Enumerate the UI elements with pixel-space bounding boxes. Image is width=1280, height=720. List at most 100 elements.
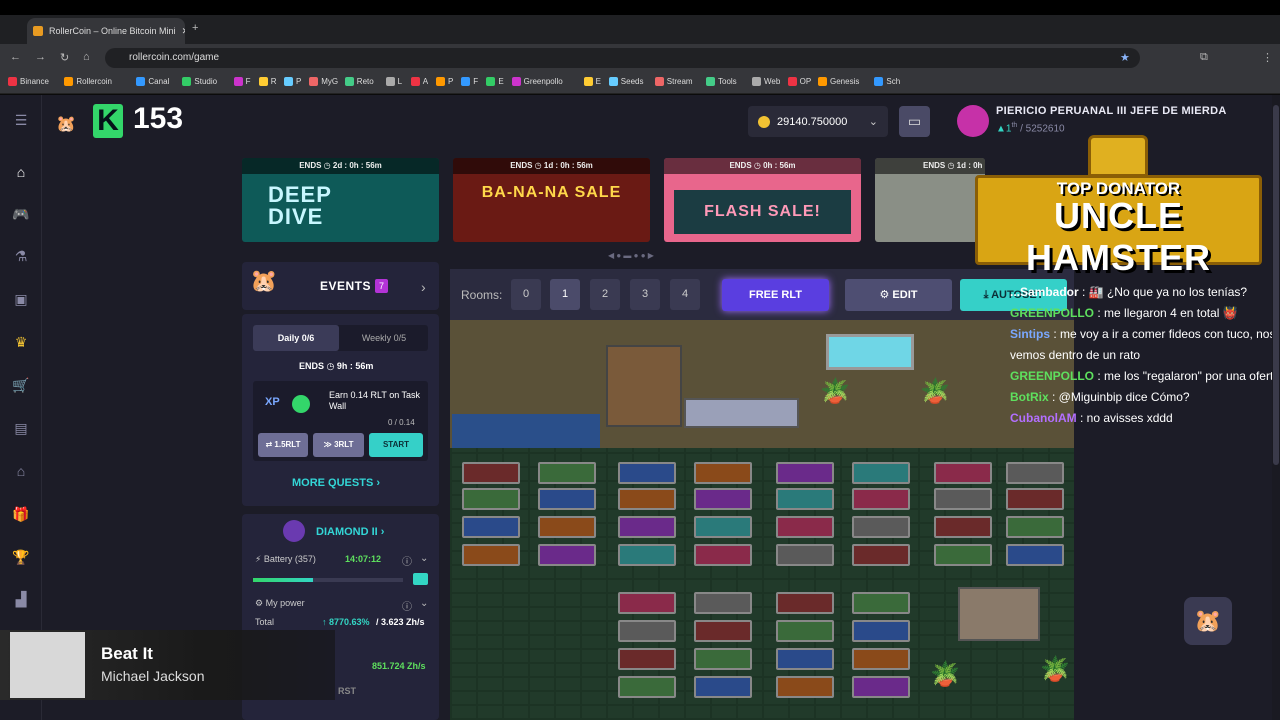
battery-boost-icon[interactable] — [413, 573, 428, 585]
miner-rack[interactable] — [618, 462, 676, 484]
miner-rack[interactable] — [462, 462, 520, 484]
miner-rack[interactable] — [462, 544, 520, 566]
miner-rack[interactable] — [538, 488, 596, 510]
avatar[interactable] — [957, 105, 989, 137]
miner-rack[interactable] — [776, 462, 834, 484]
free-rlt-button[interactable]: FREE RLT — [722, 279, 829, 311]
miner-rack[interactable] — [1006, 462, 1064, 484]
miner-rack[interactable] — [694, 592, 752, 614]
chevron-down-icon[interactable]: ⌄ — [420, 598, 428, 609]
miner-rack[interactable] — [852, 676, 910, 698]
tab-daily[interactable]: Daily 0/6 — [253, 325, 339, 351]
miner-rack[interactable] — [462, 488, 520, 510]
bookmark-item[interactable]: P — [436, 77, 453, 86]
miner-rack[interactable] — [776, 592, 834, 614]
buy-1-5rlt-button[interactable]: ⇄ 1.5RLT — [258, 433, 308, 457]
bookmark-item[interactable]: Reto — [344, 77, 374, 86]
sidebar-marketplace-icon[interactable]: ▤ — [12, 419, 30, 437]
sidebar-gift-icon[interactable]: 🎁 — [12, 505, 30, 523]
edit-button[interactable]: ⚙ EDIT — [845, 279, 952, 311]
sidebar-crown-icon[interactable]: ♛ — [12, 333, 30, 351]
bookmark-item[interactable]: Canal — [136, 77, 169, 86]
miner-rack[interactable] — [1006, 544, 1064, 566]
bookmark-item[interactable]: Studio — [182, 77, 217, 86]
events-chevron-right-icon[interactable]: › — [421, 279, 426, 295]
miner-rack[interactable] — [462, 516, 520, 538]
miner-rack[interactable] — [852, 462, 910, 484]
bookmark-item[interactable]: MyG — [309, 77, 338, 86]
league-link[interactable]: DIAMOND II › — [316, 526, 384, 538]
back-icon[interactable]: ← — [10, 51, 21, 63]
bookmark-item[interactable]: Rollercoin — [64, 77, 112, 86]
miner-rack[interactable] — [776, 620, 834, 642]
start-button[interactable]: START — [369, 433, 423, 457]
miner-rack[interactable] — [852, 488, 910, 510]
scrollbar-thumb[interactable] — [1273, 105, 1279, 465]
banner-flash-sale[interactable]: ENDS ◷ 0h : 56m FLASH SALE! — [664, 158, 861, 242]
miner-rack[interactable] — [538, 516, 596, 538]
buy-3rlt-button[interactable]: ≫ 3RLT — [313, 433, 364, 457]
sidebar-menu-icon[interactable]: ☰ — [12, 111, 30, 129]
page-scrollbar[interactable] — [1272, 95, 1280, 720]
home-icon[interactable]: ⌂ — [83, 51, 90, 63]
banner-carousel-dots[interactable]: ◀ ● ▬ ● ● ▶ — [608, 251, 654, 260]
bookmark-star-icon[interactable]: ★ — [1120, 51, 1130, 64]
miner-rack[interactable] — [934, 544, 992, 566]
balance-dropdown[interactable]: 29140.750000 ⌄ — [748, 106, 888, 137]
room-button-0[interactable]: 0 — [511, 279, 541, 310]
sidebar-quests-icon[interactable]: ⚗ — [12, 247, 30, 265]
miner-rack[interactable] — [694, 516, 752, 538]
bookmark-item[interactable]: Greenpollo — [511, 77, 563, 86]
extensions-icon[interactable]: ⧉ — [1200, 51, 1208, 64]
bookmark-item[interactable]: E — [583, 77, 601, 86]
miner-rack[interactable] — [776, 488, 834, 510]
miner-rack[interactable] — [694, 620, 752, 642]
bookmark-item[interactable]: Genesis — [818, 77, 859, 86]
miner-rack[interactable] — [618, 676, 676, 698]
bookmark-item[interactable]: Sch — [874, 77, 900, 86]
wallet-button[interactable]: ▭ — [899, 106, 930, 137]
miner-rack[interactable] — [618, 544, 676, 566]
bookmark-item[interactable]: Binance — [8, 77, 49, 86]
miner-rack[interactable] — [694, 648, 752, 670]
forward-icon[interactable]: → — [35, 51, 46, 63]
miner-rack[interactable] — [1006, 488, 1064, 510]
miner-rack[interactable] — [1006, 516, 1064, 538]
bookmark-item[interactable]: Tools — [706, 77, 737, 86]
miner-rack[interactable] — [852, 516, 910, 538]
banner-banana-sale[interactable]: ENDS ◷ 1d : 0h : 56m BA-NA-NA SALE — [453, 158, 650, 242]
desk[interactable] — [684, 398, 799, 428]
sidebar-games-icon[interactable]: 🎮 — [12, 205, 30, 223]
sidebar-trophy-icon[interactable]: 🏆 — [12, 548, 30, 566]
miner-rack[interactable] — [934, 462, 992, 484]
shelf[interactable] — [606, 345, 682, 427]
bookmark-item[interactable]: L — [385, 77, 402, 86]
miner-rack[interactable] — [618, 620, 676, 642]
miner-rack[interactable] — [776, 516, 834, 538]
reload-icon[interactable]: ↻ — [60, 51, 69, 64]
miner-rack[interactable] — [694, 676, 752, 698]
hamster-logo-icon[interactable]: 🐹 — [56, 114, 76, 134]
username[interactable]: PIERICIO PERUANAL III JEFE DE MIERDA — [996, 105, 1227, 117]
sidebar-chart-icon[interactable]: ▟ — [12, 590, 30, 608]
miner-rack[interactable] — [618, 516, 676, 538]
miner-rack[interactable] — [694, 488, 752, 510]
miner-rack[interactable] — [776, 676, 834, 698]
bookmark-item[interactable]: F — [233, 77, 250, 86]
miner-rack[interactable] — [852, 544, 910, 566]
banner-deep-dive[interactable]: ENDS ◷ 2d : 0h : 56m DEEP DIVE — [242, 158, 439, 242]
sidebar-cart-icon[interactable]: 🛒 — [12, 376, 30, 394]
url-input[interactable]: rollercoin.com/game — [105, 48, 1140, 68]
table[interactable] — [958, 587, 1040, 641]
miner-rack[interactable] — [852, 620, 910, 642]
miner-rack[interactable] — [852, 592, 910, 614]
menu-dots-icon[interactable]: ⋮ — [1262, 51, 1273, 64]
bookmark-item[interactable]: Seeds — [608, 77, 643, 86]
bookmark-item[interactable]: R — [258, 77, 277, 86]
info-icon[interactable]: ⓘ — [402, 598, 412, 613]
bookmark-item[interactable]: P — [284, 77, 301, 86]
miner-rack[interactable] — [538, 462, 596, 484]
tab-weekly[interactable]: Weekly 0/5 — [341, 325, 427, 351]
bookmark-item[interactable]: OP — [787, 77, 811, 86]
miner-rack[interactable] — [934, 488, 992, 510]
